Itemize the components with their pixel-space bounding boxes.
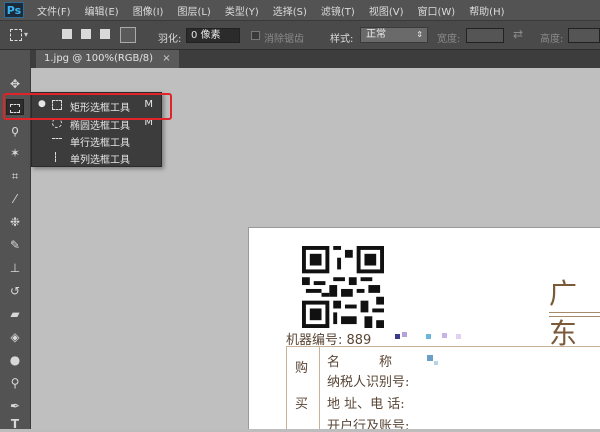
height-label: 高度: [540, 34, 564, 45]
menu-layer[interactable]: 图层(L) [170, 3, 217, 18]
eraser-icon[interactable]: ▰ [6, 306, 24, 322]
style-label: 样式: [330, 34, 354, 45]
flyout-item-single-row[interactable]: 单行选框工具 [32, 131, 161, 149]
preset-dropdown-icon[interactable]: ▾ [24, 30, 28, 39]
qr-code-icon [302, 246, 384, 328]
width-label: 宽度: [437, 34, 461, 45]
document-tab-bar: 1.jpg @ 100%(RGB/8) × [31, 50, 600, 68]
antialias-label: 消除锯齿 [264, 34, 304, 45]
antialias-checkbox[interactable] [251, 31, 260, 40]
paint-bucket-icon[interactable]: ◈ [6, 329, 24, 345]
highlight-box [3, 93, 172, 120]
row-bank: 开户行及账号: [327, 419, 410, 429]
feather-label: 羽化: [158, 34, 182, 45]
single-row-marquee-icon [52, 138, 62, 143]
buyer-col-char: 买 [295, 397, 309, 412]
menu-window[interactable]: 窗口(W) [410, 3, 462, 18]
document-image: 广东 机器编号: 889 购 买 名 称 纳税人识别号: 地 址、电 话: 开户… [248, 227, 600, 429]
intersect-selection-icon[interactable] [120, 27, 136, 43]
subtract-selection-icon[interactable] [100, 29, 110, 39]
dodge-icon[interactable]: ⚲ [6, 375, 24, 391]
menu-select[interactable]: 选择(S) [266, 3, 314, 18]
title-underline [549, 312, 600, 313]
menu-help[interactable]: 帮助(H) [462, 3, 511, 18]
row-taxid: 纳税人识别号: [327, 375, 410, 390]
menubar: Ps 文件(F) 编辑(E) 图像(I) 图层(L) 类型(Y) 选择(S) 滤… [0, 0, 600, 20]
tool-preset-icon[interactable] [10, 29, 22, 41]
style-select[interactable]: 正常 ⇕ [360, 27, 428, 43]
width-input[interactable] [466, 28, 504, 43]
healing-brush-icon[interactable]: ❉ [6, 214, 24, 230]
crop-icon[interactable]: ⌗ [6, 168, 24, 184]
document-tab[interactable]: 1.jpg @ 100%(RGB/8) × [36, 50, 179, 68]
pixelated-mark [402, 332, 407, 337]
clone-stamp-icon[interactable]: ⊥ [6, 260, 24, 276]
pixelated-mark [395, 334, 400, 339]
add-selection-icon[interactable] [81, 29, 91, 39]
row-name: 名 称 [327, 355, 393, 370]
close-icon[interactable]: × [162, 53, 170, 64]
buyer-table: 购 买 名 称 纳税人识别号: 地 址、电 话: 开户行及账号: [286, 346, 600, 429]
new-selection-icon[interactable] [62, 29, 72, 39]
table-separator [319, 347, 320, 429]
title-underline-2 [549, 316, 600, 317]
pixelated-mark [456, 334, 461, 339]
pixelated-mark [426, 334, 431, 339]
options-bar: ▾ 羽化: 0 像素 消除锯齿 样式: 正常 ⇕ 宽度: ⇄ 高度: [0, 20, 600, 50]
document-tab-title: 1.jpg @ 100%(RGB/8) [44, 53, 154, 64]
menu-view[interactable]: 视图(V) [362, 3, 411, 18]
flyout-item-label: 单列选框工具 [70, 155, 130, 166]
history-brush-icon[interactable]: ↺ [6, 283, 24, 299]
flyout-item-single-column[interactable]: 单列选框工具 [32, 148, 161, 166]
single-column-marquee-icon [55, 152, 60, 162]
pen-icon[interactable]: ✒ [6, 398, 24, 414]
menu-file[interactable]: 文件(F) [30, 3, 78, 18]
swap-icon[interactable]: ⇄ [513, 27, 523, 41]
chevron-updown-icon: ⇕ [416, 30, 423, 39]
pixelated-mark [442, 333, 447, 338]
pixelated-mark [427, 355, 433, 361]
photoshop-logo: Ps [4, 2, 24, 18]
menu-type[interactable]: 类型(Y) [218, 3, 266, 18]
menu-edit[interactable]: 编辑(E) [78, 3, 126, 18]
feather-input[interactable]: 0 像素 [186, 28, 240, 43]
height-input[interactable] [568, 28, 600, 43]
brush-icon[interactable]: ✎ [6, 237, 24, 253]
flyout-item-label: 单行选框工具 [70, 138, 130, 149]
eyedropper-icon[interactable]: ⁄ [6, 191, 24, 207]
lasso-icon[interactable]: ϙ [6, 122, 24, 138]
pixelated-mark [434, 361, 438, 365]
row-address: 地 址、电 话: [327, 397, 405, 412]
buyer-col-char: 购 [295, 361, 309, 376]
style-select-value: 正常 [366, 29, 386, 40]
menu-filter[interactable]: 滤镜(T) [314, 3, 362, 18]
blur-icon[interactable]: ● [6, 352, 24, 368]
magic-wand-icon[interactable]: ✶ [6, 145, 24, 161]
menu-image[interactable]: 图像(I) [126, 3, 171, 18]
move-icon[interactable]: ✥ [6, 76, 24, 92]
type-icon[interactable]: T [6, 416, 24, 432]
